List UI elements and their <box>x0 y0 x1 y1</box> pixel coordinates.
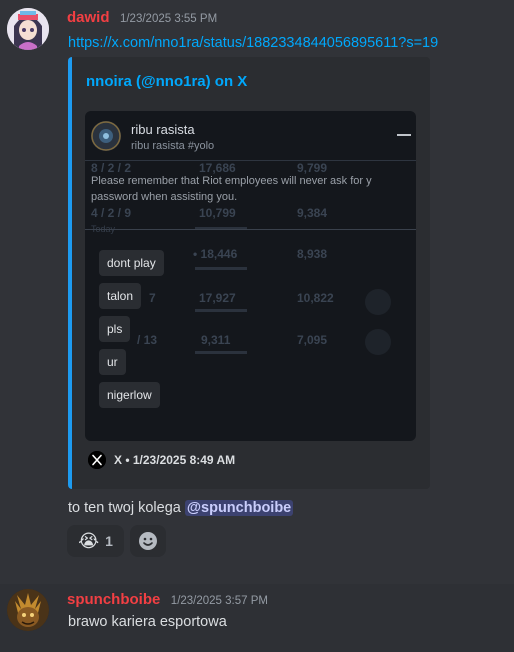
x-logo-icon <box>88 451 106 469</box>
chat-bubble: dont play <box>99 250 164 276</box>
avatar-dawid[interactable] <box>7 8 49 50</box>
bg-stat: 7 <box>149 291 156 305</box>
bg-stat: 10,822 <box>297 291 334 305</box>
divider <box>85 229 416 230</box>
crying-face-icon: 😭 <box>78 530 100 551</box>
smiley-add-icon <box>139 532 157 550</box>
message-text: brawo kariera esportowa <box>68 614 227 630</box>
message-header: spunchboibe 1/23/2025 3:57 PM <box>67 591 268 609</box>
message-header: dawid 1/23/2025 3:55 PM <box>67 9 217 27</box>
bg-stat: 10,799 <box>199 206 236 220</box>
message-dawid: dawid 1/23/2025 3:55 PM https://x.com/nn… <box>0 0 514 566</box>
chat-bubble: nigerlow <box>99 382 160 408</box>
avatar-spunchboibe[interactable] <box>7 589 49 631</box>
bg-stat: 9,384 <box>297 206 328 220</box>
embed-author[interactable]: nnoira (@nno1ra) on X <box>86 73 247 90</box>
embed-footer: X • 1/23/2025 8:49 AM <box>88 450 235 470</box>
riot-notice: Please remember that Riot employees will… <box>91 173 372 205</box>
profile-status: ribu rasista #yolo <box>131 140 215 152</box>
bg-stat: 9,311 <box>201 333 231 347</box>
user-mention[interactable]: @spunchboibe <box>184 500 294 516</box>
bg-bar <box>195 309 247 312</box>
tweet-link[interactable]: https://x.com/nno1ra/status/188233484405… <box>68 35 438 51</box>
reaction-count: 1 <box>105 533 113 549</box>
profile-header: ribu rasista ribu rasista #yolo <box>85 111 416 161</box>
link-embed: nnoira (@nno1ra) on X 8 / 2 / 2 17,686 9… <box>68 57 430 489</box>
bg-stat: • 18,446 <box>193 247 238 261</box>
bg-bar <box>195 267 247 270</box>
profile-avatar <box>91 121 121 151</box>
chat-bubble: ur <box>99 349 126 375</box>
message-text: to ten twoj kolega <box>68 500 181 516</box>
bg-champion-icon <box>365 329 391 355</box>
username[interactable]: dawid <box>67 9 110 26</box>
message-content: to ten twoj kolega @spunchboibe <box>68 500 294 516</box>
bg-stat: 4 / 2 / 9 <box>91 206 132 220</box>
bg-bar <box>195 351 247 354</box>
reaction-crying[interactable]: 😭 1 <box>67 525 124 557</box>
timestamp: 1/23/2025 3:57 PM <box>170 595 268 607</box>
add-reaction-button[interactable] <box>130 525 166 557</box>
notice-line: Please remember that Riot employees will… <box>91 175 372 187</box>
username[interactable]: spunchboibe <box>67 591 160 608</box>
timestamp: 1/23/2025 3:55 PM <box>119 13 218 25</box>
bg-stat: 8,938 <box>297 247 328 261</box>
notice-line: password when assisting you. <box>91 191 238 203</box>
embed-image[interactable]: 8 / 2 / 2 17,686 9,799 4 / 2 / 9 10,799 … <box>85 111 416 441</box>
chat-bubble: pls <box>99 316 131 342</box>
bg-stat: 17,927 <box>199 291 236 305</box>
minimize-icon <box>397 134 411 136</box>
chat-bubble: talon <box>99 283 142 309</box>
bg-stat: 7,095 <box>297 333 328 347</box>
profile-name: ribu rasista <box>131 122 195 137</box>
embed-footer-text: X • 1/23/2025 8:49 AM <box>114 453 236 467</box>
bg-stat: / 13 <box>137 333 158 347</box>
bg-champion-icon <box>365 289 391 315</box>
